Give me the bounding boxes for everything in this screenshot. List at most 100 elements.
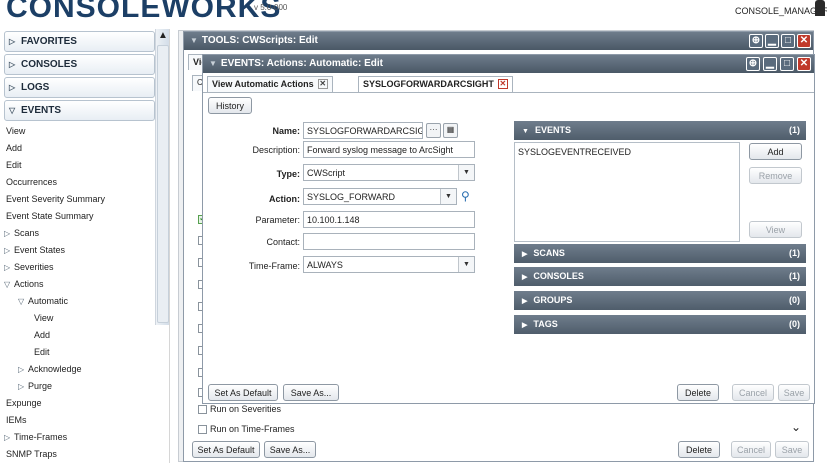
chevron-down-icon[interactable]: ▽ <box>4 280 14 289</box>
events-section-header[interactable]: ▼ EVENTS (1) <box>514 121 806 140</box>
close-icon[interactable]: ✕ <box>797 57 811 71</box>
nav-section-logs[interactable]: ▷ LOGS <box>4 77 155 98</box>
consoles-section-header[interactable]: ▶ CONSOLES (1) <box>514 267 806 286</box>
chevron-down-icon[interactable]: ▼ <box>440 189 456 204</box>
add-event-button[interactable]: Add <box>749 143 802 160</box>
nav-item-label: Scans <box>14 228 40 238</box>
scroll-down-icon[interactable]: ⌄ <box>791 420 801 434</box>
nav-section-label: CONSOLES <box>21 59 78 70</box>
nav-item-purge[interactable]: ▷ Purge <box>4 378 169 395</box>
close-icon[interactable]: ✕ <box>797 34 811 48</box>
save-button[interactable]: Save <box>778 384 810 401</box>
events-list[interactable]: SYSLOGEVENTRECEIVED <box>514 142 740 242</box>
type-label: Type: <box>276 169 300 179</box>
nav-item-label: Actions <box>14 279 44 289</box>
delete-button[interactable]: Delete <box>677 384 719 401</box>
consoles-section-label: CONSOLES <box>533 271 584 281</box>
calendar-icon[interactable]: ▦ <box>443 123 458 138</box>
minimize-icon[interactable]: ▁ <box>763 57 777 71</box>
chevron-down-icon[interactable]: ▼ <box>458 165 474 180</box>
nav-item-scans[interactable]: ▷ Scans <box>4 225 169 242</box>
chevron-right-icon[interactable]: ▷ <box>18 382 28 391</box>
events-window-titlebar[interactable]: ▼ EVENTS: Actions: Automatic: Edit <box>203 55 814 73</box>
description-field[interactable]: Forward syslog message to ArcSight <box>303 141 475 158</box>
action-label: Action: <box>269 194 300 204</box>
nav-item-edit[interactable]: Edit <box>4 157 169 174</box>
nav-item-expunge[interactable]: Expunge <box>4 395 169 412</box>
nav-item-add[interactable]: Add <box>4 327 169 344</box>
tools-set-default-button[interactable]: Set As Default <box>192 441 260 458</box>
run-on-time-frames-checkbox[interactable] <box>198 425 207 434</box>
tools-save-as-button[interactable]: Save As... <box>264 441 316 458</box>
tools-window-titlebar[interactable]: ▼ TOOLS: CWScripts: Edit <box>184 32 813 50</box>
nav-section-consoles[interactable]: ▷ CONSOLES <box>4 54 155 75</box>
nav-section-events[interactable]: ▽ EVENTS <box>4 100 155 121</box>
type-select[interactable]: CWScript ▼ <box>303 164 475 181</box>
more-button[interactable]: ··· <box>426 123 441 138</box>
cancel-button[interactable]: Cancel <box>732 384 774 401</box>
nav-item-event-severity-summary[interactable]: Event Severity Summary <box>4 191 169 208</box>
chevron-right-icon[interactable]: ▷ <box>4 246 14 255</box>
chevron-right-icon[interactable]: ▷ <box>4 229 14 238</box>
view-event-button[interactable]: View <box>749 221 802 238</box>
nav-item-severities[interactable]: ▷ Severities <box>4 259 169 276</box>
groups-section-header[interactable]: ▶ GROUPS (0) <box>514 291 806 310</box>
run-on-severities-checkbox[interactable] <box>198 405 207 414</box>
close-tab-icon[interactable]: ✕ <box>497 79 508 89</box>
chevron-right-icon[interactable]: ▷ <box>18 365 28 374</box>
nav-item-occurrences[interactable]: Occurrences <box>4 174 169 191</box>
collapse-icon[interactable]: ▼ <box>209 59 217 68</box>
tab-view-automatic-actions[interactable]: View Automatic Actions ✕ <box>207 76 333 92</box>
chevron-right-icon[interactable]: ▷ <box>4 263 14 272</box>
action-select[interactable]: SYSLOG_FORWARD ▼ <box>303 188 457 205</box>
nav-item-view[interactable]: View <box>4 310 169 327</box>
tools-cancel-button[interactable]: Cancel <box>731 441 771 458</box>
nav-item-time-frames[interactable]: ▷ Time-Frames <box>4 429 169 446</box>
search-icon[interactable]: ⚲ <box>461 189 470 203</box>
move-icon[interactable]: ⊕ <box>749 34 763 48</box>
events-section-count: (1) <box>789 125 800 135</box>
move-icon[interactable]: ⊕ <box>746 57 760 71</box>
nav-item-event-state-summary[interactable]: Event State Summary <box>4 208 169 225</box>
collapse-icon[interactable]: ▼ <box>190 36 198 45</box>
minimize-icon[interactable]: ▁ <box>765 34 779 48</box>
nav-scroll-thumb[interactable] <box>157 45 169 323</box>
nav-item-actions[interactable]: ▽ Actions <box>4 276 169 293</box>
nav-item-acknowledge[interactable]: ▷ Acknowledge <box>4 361 169 378</box>
tools-delete-button[interactable]: Delete <box>678 441 720 458</box>
set-default-button[interactable]: Set As Default <box>208 384 278 401</box>
current-user[interactable]: CONSOLE_MANAGER <box>735 6 827 16</box>
nav-item-automatic[interactable]: ▽ Automatic <box>4 293 169 310</box>
nav-item-add[interactable]: Add <box>4 140 169 157</box>
user-icon[interactable] <box>815 0 825 16</box>
contact-field[interactable] <box>303 233 475 250</box>
nav-item-edit[interactable]: Edit <box>4 344 169 361</box>
nav-section-favorites[interactable]: ▷ FAVORITES <box>4 31 155 52</box>
close-tab-icon[interactable]: ✕ <box>317 79 328 89</box>
chevron-down-icon[interactable]: ▽ <box>18 297 28 306</box>
chevron-down-icon[interactable]: ▼ <box>458 257 474 272</box>
chevron-right-icon[interactable]: ▷ <box>4 433 14 442</box>
scans-section-header[interactable]: ▶ SCANS (1) <box>514 244 806 263</box>
nav-item-view[interactable]: View <box>4 123 169 140</box>
parameter-field[interactable]: 10.100.1.148 <box>303 211 475 228</box>
remove-event-button[interactable]: Remove <box>749 167 802 184</box>
tab-label: SYSLOGFORWARDARCSIGHT <box>363 79 494 89</box>
timeframe-select[interactable]: ALWAYS ▼ <box>303 256 475 273</box>
history-button[interactable]: History <box>208 97 252 114</box>
scroll-up-icon[interactable]: ▲ <box>158 30 168 41</box>
save-as-button[interactable]: Save As... <box>283 384 339 401</box>
name-field[interactable]: SYSLOGFORWARDARCSIGH <box>303 122 423 139</box>
nav-scrollbar[interactable]: ▲ <box>155 29 169 325</box>
run-on-time-frames-label: Run on Time-Frames <box>210 424 295 434</box>
nav-item-snmp-traps[interactable]: SNMP Traps <box>4 446 169 463</box>
nav-item-iems[interactable]: IEMs <box>4 412 169 429</box>
maximize-icon[interactable]: □ <box>780 57 794 71</box>
list-item[interactable]: SYSLOGEVENTRECEIVED <box>515 143 739 157</box>
tools-save-button[interactable]: Save <box>775 441 809 458</box>
maximize-icon[interactable]: □ <box>781 34 795 48</box>
tab-syslogforwardarcsight[interactable]: SYSLOGFORWARDARCSIGHT ✕ <box>358 76 513 92</box>
tags-section-header[interactable]: ▶ TAGS (0) <box>514 315 806 334</box>
nav-item-label: IEMs <box>6 415 27 425</box>
nav-item-event-states[interactable]: ▷ Event States <box>4 242 169 259</box>
